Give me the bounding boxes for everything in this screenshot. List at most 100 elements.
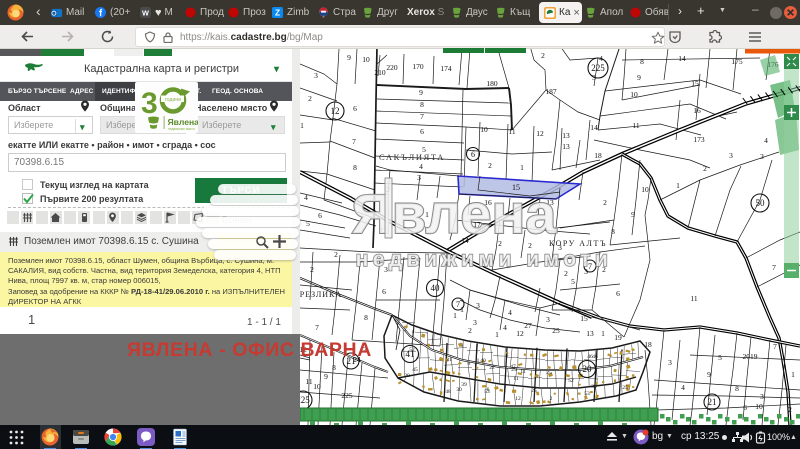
svg-text:45: 45 [412, 367, 418, 373]
svg-text:1: 1 [495, 330, 499, 339]
svg-text:4: 4 [419, 162, 423, 171]
svg-text:12: 12 [536, 129, 544, 138]
svg-text:14: 14 [590, 123, 598, 132]
svg-text:3: 3 [473, 318, 477, 327]
svg-text:1: 1 [453, 311, 457, 320]
svg-text:9: 9 [419, 88, 423, 97]
svg-text:187: 187 [545, 87, 557, 96]
svg-text:11: 11 [508, 127, 515, 136]
svg-text:3: 3 [461, 343, 464, 349]
svg-text:3: 3 [760, 392, 764, 401]
svg-text:години: години [165, 97, 181, 103]
svg-text:20: 20 [583, 364, 593, 374]
svg-text:9: 9 [324, 372, 328, 381]
svg-text:2019: 2019 [743, 352, 758, 361]
svg-text:27: 27 [524, 321, 532, 330]
svg-text:25: 25 [552, 326, 560, 335]
svg-text:175: 175 [731, 57, 743, 66]
svg-text:3: 3 [760, 152, 764, 161]
svg-text:3: 3 [546, 315, 550, 324]
svg-text:5: 5 [718, 353, 722, 362]
svg-text:6: 6 [353, 104, 357, 113]
svg-text:7: 7 [420, 112, 424, 121]
svg-text:12: 12 [515, 396, 521, 402]
svg-text:11: 11 [632, 121, 639, 130]
svg-text:1: 1 [676, 181, 680, 190]
svg-text:2: 2 [468, 326, 472, 335]
svg-text:20: 20 [404, 373, 410, 379]
svg-text:48: 48 [445, 389, 451, 395]
svg-text:10: 10 [362, 55, 370, 64]
svg-text:1: 1 [791, 370, 795, 379]
svg-text:25: 25 [546, 370, 552, 376]
svg-text:6: 6 [382, 287, 386, 296]
svg-text:2: 2 [703, 164, 707, 173]
svg-text:8: 8 [468, 361, 471, 367]
svg-text:2: 2 [550, 396, 553, 402]
svg-text:11: 11 [305, 377, 312, 386]
svg-text:3: 3 [729, 151, 733, 160]
svg-text:3: 3 [314, 71, 318, 80]
svg-text:8: 8 [353, 163, 357, 172]
svg-text:39: 39 [461, 382, 467, 388]
svg-text:3: 3 [417, 173, 421, 182]
svg-text:8: 8 [735, 384, 739, 393]
svg-text:41: 41 [406, 349, 415, 359]
svg-text:8: 8 [364, 313, 368, 322]
svg-text:7: 7 [352, 137, 356, 146]
svg-text:1: 1 [300, 121, 304, 130]
svg-text:30: 30 [456, 387, 462, 393]
svg-text:6: 6 [616, 289, 620, 298]
svg-text:Явлена: Явлена [168, 117, 199, 127]
svg-text:7: 7 [772, 263, 776, 272]
svg-text:6: 6 [420, 127, 424, 136]
svg-text:ЕРЕЗЛИКА: ЕРЕЗЛИКА [300, 290, 342, 299]
svg-text:2: 2 [603, 198, 607, 207]
svg-text:29: 29 [511, 367, 517, 373]
svg-text:9: 9 [637, 73, 641, 82]
svg-text:4: 4 [764, 136, 768, 145]
svg-text:13: 13 [586, 329, 594, 338]
svg-text:8: 8 [611, 227, 615, 236]
svg-text:10: 10 [641, 185, 649, 194]
svg-text:6: 6 [506, 353, 509, 359]
svg-text:6: 6 [471, 150, 475, 159]
svg-text:9: 9 [631, 210, 635, 219]
svg-text:КОРУ АЛТЪ: КОРУ АЛТЪ [549, 239, 607, 248]
svg-text:13: 13 [562, 142, 570, 151]
svg-text:52: 52 [568, 378, 574, 384]
svg-text:недвижими имоти: недвижими имоти [356, 248, 613, 271]
svg-text:8: 8 [332, 363, 336, 372]
svg-text:31: 31 [446, 357, 452, 363]
svg-text:недвижими имоти: недвижими имоти [168, 127, 195, 131]
svg-text:3: 3 [141, 87, 158, 120]
svg-text:4: 4 [681, 383, 685, 392]
svg-text:10: 10 [755, 402, 763, 411]
svg-text:220: 220 [386, 63, 398, 72]
svg-text:11: 11 [690, 294, 697, 303]
svg-text:25: 25 [531, 388, 537, 394]
svg-text:Явлена: Явлена [352, 182, 558, 245]
svg-text:18: 18 [644, 340, 652, 349]
svg-text:2: 2 [334, 250, 338, 259]
svg-text:4: 4 [412, 329, 415, 335]
svg-text:6: 6 [743, 403, 747, 412]
svg-text:40: 40 [480, 358, 486, 364]
svg-text:2: 2 [310, 265, 314, 274]
svg-text:15: 15 [580, 314, 588, 323]
svg-text:1: 1 [460, 305, 464, 314]
svg-text:9: 9 [347, 53, 351, 62]
svg-text:2: 2 [541, 51, 545, 60]
svg-text:10: 10 [480, 125, 488, 134]
svg-text:7: 7 [773, 342, 777, 351]
svg-text:1: 1 [477, 358, 480, 364]
svg-text:50: 50 [756, 198, 766, 208]
svg-text:3: 3 [476, 301, 480, 310]
svg-text:225: 225 [341, 391, 353, 400]
svg-text:6: 6 [487, 387, 490, 393]
svg-text:53: 53 [584, 391, 590, 397]
svg-text:8: 8 [420, 100, 424, 109]
svg-text:5: 5 [306, 219, 310, 228]
svg-text:3: 3 [668, 358, 672, 367]
svg-text:16: 16 [693, 106, 701, 115]
